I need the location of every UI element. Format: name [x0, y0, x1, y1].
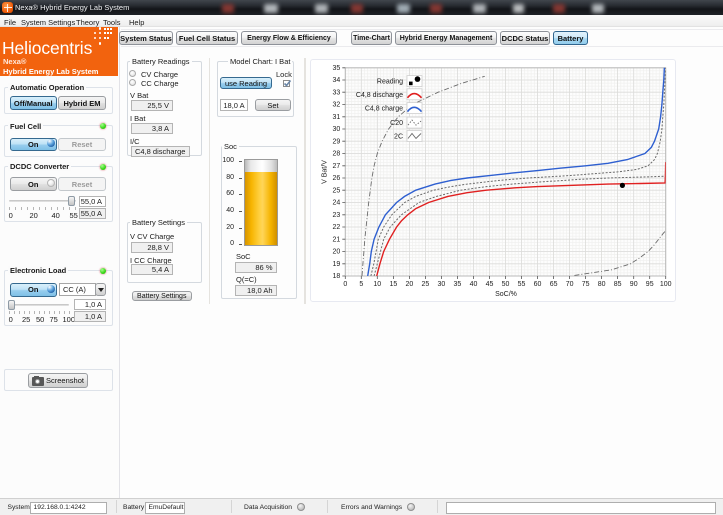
svg-text:29: 29 [333, 139, 341, 146]
svg-text:35: 35 [454, 281, 462, 288]
svg-text:SoC/%: SoC/% [495, 291, 517, 298]
svg-text:50: 50 [502, 281, 510, 288]
svg-text:60: 60 [534, 281, 542, 288]
svg-text:26: 26 [333, 175, 341, 182]
svg-text:0: 0 [343, 281, 347, 288]
svg-text:19: 19 [333, 261, 341, 268]
svg-text:20: 20 [333, 249, 341, 256]
svg-text:45: 45 [486, 281, 494, 288]
svg-text:55: 55 [518, 281, 526, 288]
svg-text:25: 25 [422, 281, 430, 288]
svg-text:100: 100 [660, 281, 672, 288]
svg-text:C4,8 charge: C4,8 charge [365, 106, 403, 113]
svg-text:18: 18 [333, 273, 341, 280]
svg-text:70: 70 [566, 281, 574, 288]
svg-text:24: 24 [333, 200, 341, 207]
svg-text:C20: C20 [390, 120, 403, 127]
svg-text:30: 30 [438, 281, 446, 288]
svg-text:25: 25 [333, 187, 341, 194]
svg-text:5: 5 [359, 281, 363, 288]
svg-text:75: 75 [582, 281, 590, 288]
svg-text:2C: 2C [394, 134, 403, 141]
svg-text:40: 40 [470, 281, 478, 288]
svg-text:28: 28 [333, 151, 341, 158]
svg-text:32: 32 [333, 102, 341, 109]
svg-text:10: 10 [373, 281, 381, 288]
svg-text:31: 31 [333, 114, 341, 121]
svg-text:80: 80 [598, 281, 606, 288]
svg-text:30: 30 [333, 126, 341, 133]
svg-text:C4,8 discharge: C4,8 discharge [356, 92, 403, 99]
svg-text:15: 15 [390, 281, 398, 288]
svg-text:21: 21 [333, 236, 341, 243]
svg-text:23: 23 [333, 212, 341, 219]
svg-text:20: 20 [406, 281, 414, 288]
svg-text:34: 34 [333, 77, 341, 84]
svg-text:95: 95 [646, 281, 654, 288]
svg-text:33: 33 [333, 90, 341, 97]
svg-text:35: 35 [333, 65, 341, 72]
svg-text:65: 65 [550, 281, 558, 288]
svg-text:Reading: Reading [377, 79, 403, 86]
svg-text:90: 90 [630, 281, 638, 288]
svg-text:27: 27 [333, 163, 341, 170]
svg-text:V Bat/V: V Bat/V [322, 160, 329, 184]
svg-text:85: 85 [614, 281, 622, 288]
svg-text:22: 22 [333, 224, 341, 231]
